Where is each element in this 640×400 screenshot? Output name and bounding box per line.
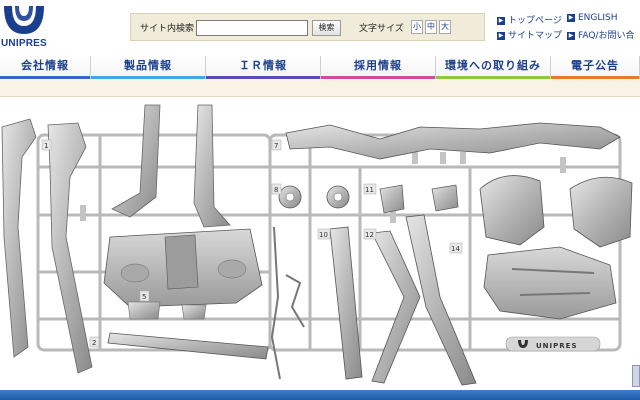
part-number-12: 12 — [365, 231, 374, 239]
part-number-10: 10 — [319, 231, 328, 239]
part-number-14: 14 — [451, 245, 460, 253]
part-number-1: 1 — [44, 142, 48, 150]
nav-products[interactable]: 製品情報 — [91, 56, 206, 79]
logo-text: UNIPRES — [1, 38, 47, 49]
search-button[interactable]: 検索 — [312, 20, 341, 36]
nav-label: 環境への取り組み — [445, 59, 541, 72]
faq-label: FAQ/お問い合 — [578, 31, 635, 41]
nav-label: 製品情報 — [124, 59, 172, 72]
part-number-7: 7 — [274, 142, 278, 150]
nav-label: 採用情報 — [354, 59, 402, 72]
nav-environment[interactable]: 環境への取り組み — [436, 56, 551, 79]
part-number-8: 8 — [274, 186, 278, 194]
font-size-label: 文字サイズ — [359, 24, 404, 34]
hero-parts-image: 1 2 5 7 8 10 11 12 14 UNIPRES — [0, 97, 640, 390]
part-number-5: 5 — [142, 293, 146, 301]
sitemap-link[interactable]: ▶ サイトマップ — [497, 28, 562, 41]
arrow-right-icon: ▶ — [567, 32, 575, 40]
footer-bar — [0, 390, 640, 400]
search-panel: サイト内検索 検索 文字サイズ 小 中 大 — [130, 13, 485, 41]
unipres-logo[interactable]: UNIPRES — [0, 4, 52, 52]
font-size-medium-button[interactable]: 中 — [425, 20, 437, 34]
faq-link[interactable]: ▶ FAQ/お問い合 — [567, 28, 634, 41]
nav-recruit[interactable]: 採用情報 — [321, 56, 436, 79]
part-number-11: 11 — [365, 186, 374, 194]
top-page-link[interactable]: ▶ トップページ — [497, 13, 562, 26]
hero-scroll-handle[interactable] — [632, 365, 640, 387]
arrow-right-icon: ▶ — [497, 32, 505, 40]
plastic-model-parts-illustration: 1 2 5 7 8 10 11 12 14 UNIPRES — [1, 104, 633, 386]
nav-company-info[interactable]: 会社情報 — [0, 56, 91, 79]
nav-ir[interactable]: ＩＲ情報 — [206, 56, 321, 79]
nav-label: ＩＲ情報 — [239, 59, 287, 72]
page: UNIPRES サイト内検索 検索 文字サイズ 小 中 大 ▶ トップページ ▶ E… — [0, 0, 640, 400]
sitemap-label: サイトマップ — [508, 31, 563, 41]
top-page-label: トップページ — [508, 16, 562, 26]
arrow-right-icon: ▶ — [497, 17, 505, 25]
english-label: ENGLISH — [578, 13, 618, 23]
arrow-right-icon: ▶ — [567, 14, 575, 22]
font-size-large-button[interactable]: 大 — [439, 20, 451, 34]
global-nav: 会社情報 製品情報 ＩＲ情報 採用情報 環境への取り組み 電子公告 — [0, 56, 640, 79]
logo-mark-icon — [4, 6, 44, 34]
sub-bar — [0, 79, 640, 97]
sprue-badge-text: UNIPRES — [536, 342, 578, 350]
english-link[interactable]: ▶ ENGLISH — [567, 13, 618, 23]
search-input[interactable] — [196, 20, 308, 36]
font-size-small-button[interactable]: 小 — [411, 20, 423, 34]
nav-label: 電子公告 — [571, 59, 619, 72]
header: UNIPRES サイト内検索 検索 文字サイズ 小 中 大 ▶ トップページ ▶ E… — [0, 0, 640, 55]
search-label: サイト内検索 — [140, 24, 195, 34]
part-number-2: 2 — [92, 339, 96, 347]
nav-label: 会社情報 — [21, 59, 69, 72]
nav-public-notice[interactable]: 電子公告 — [551, 56, 640, 79]
